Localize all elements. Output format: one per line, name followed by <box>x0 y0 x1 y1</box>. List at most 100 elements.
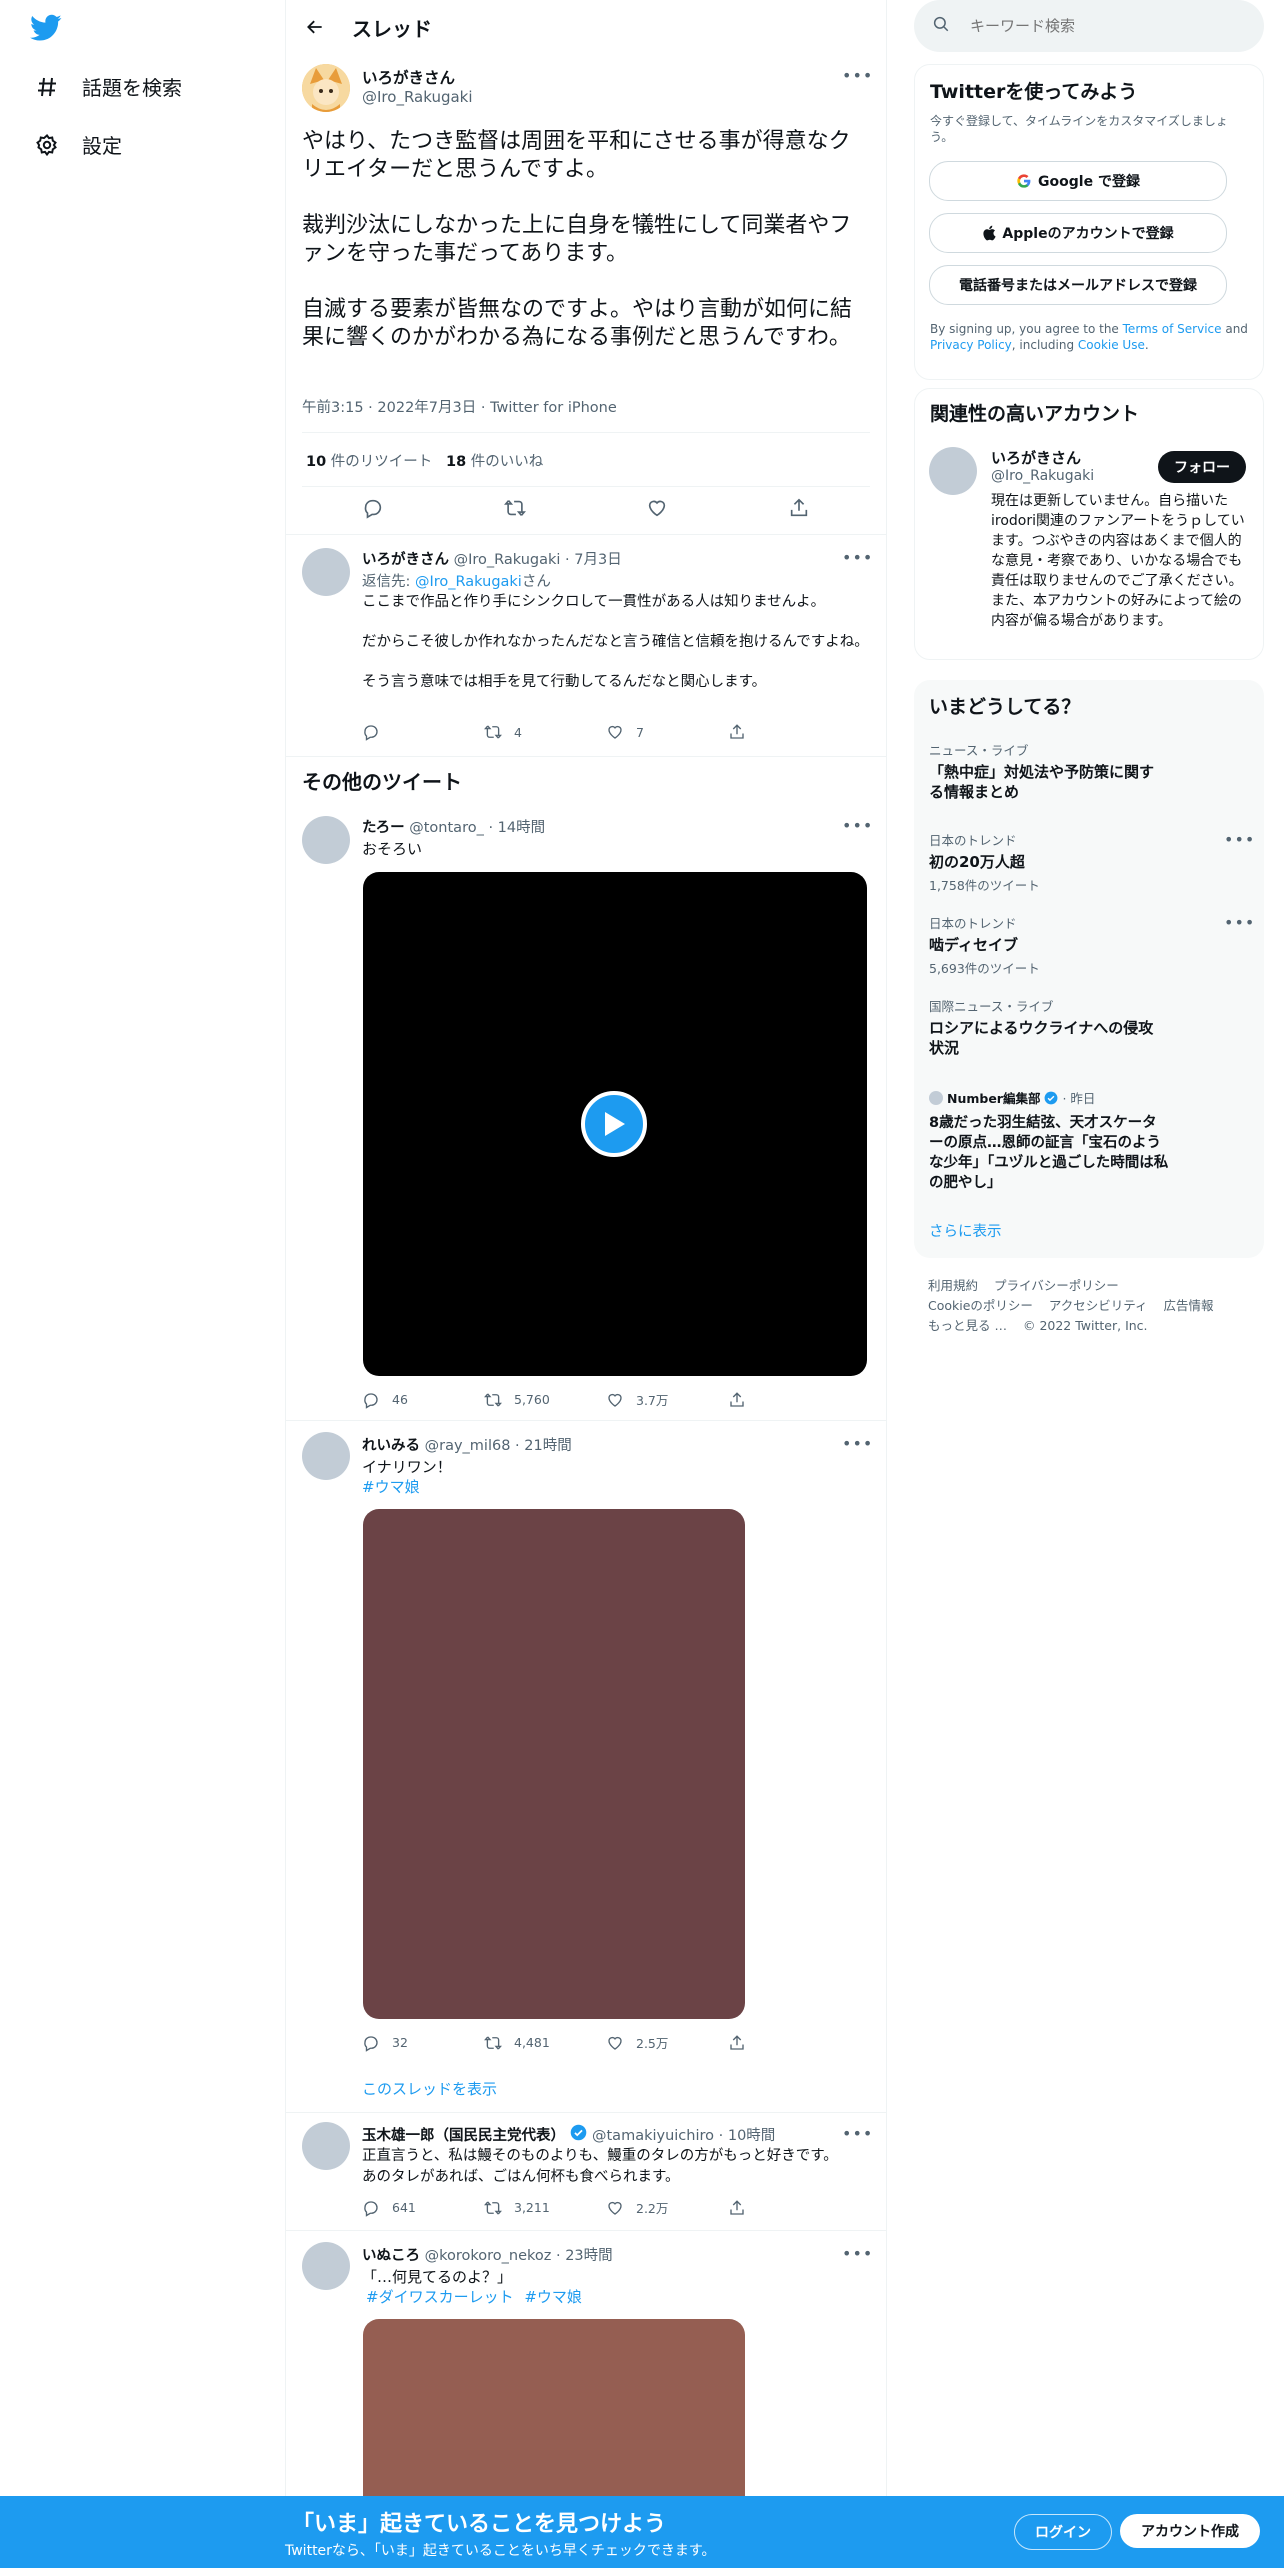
avatar[interactable] <box>302 2122 350 2170</box>
footer-link[interactable]: 広告情報 <box>1164 1298 1214 1313</box>
hashtag-link[interactable]: #ダイワスカーレット <box>366 2288 514 2306</box>
author-handle[interactable]: @Iro_Rakugaki <box>362 88 473 106</box>
reply-action[interactable] <box>362 723 484 741</box>
more-icon[interactable]: ••• <box>842 66 872 85</box>
signup-button[interactable]: アカウント作成 <box>1120 2514 1260 2548</box>
author-name[interactable]: たろー <box>362 820 405 836</box>
page-title: スレッド <box>352 16 432 41</box>
trend-item[interactable]: Number編集部 · 昨日 8歳だった羽生結弦、天才スケーターの原点…恩師の証… <box>929 1088 1169 1193</box>
share-action[interactable] <box>728 723 850 741</box>
retweet-action[interactable]: 4 <box>484 723 606 741</box>
more-icon[interactable]: ••• <box>842 2124 872 2143</box>
avatar[interactable] <box>302 816 350 864</box>
tweet-timestamp[interactable]: 午前3:15 · 2022年7月3日 · Twitter for iPhone <box>302 396 617 417</box>
tweet-line: ここまで作品と作り手にシンクロして一貫性がある人は知りませんよ。 <box>362 594 826 610</box>
apple-signup-button[interactable]: Appleのアカウントで登録 <box>929 213 1227 253</box>
like-icon <box>608 2201 622 2215</box>
reply-icon[interactable] <box>362 497 384 523</box>
reply-icon <box>364 2035 378 2052</box>
cookie-link[interactable]: Cookie Use <box>1078 338 1145 352</box>
back-arrow-icon[interactable] <box>300 12 330 42</box>
like-stats[interactable]: 18 件のいいね <box>446 450 543 471</box>
trend-item[interactable]: 国際ニュース・ライブ ロシアによるウクライナへの侵攻状況 <box>929 996 1159 1058</box>
search-box[interactable] <box>914 0 1264 52</box>
author-name[interactable]: れいみる <box>362 1438 420 1454</box>
retweet-action[interactable]: 3,211 <box>484 2199 606 2217</box>
author-meta[interactable]: @tamakiyuichiro · 10時間 <box>592 2124 775 2145</box>
retweet-stats[interactable]: 10 件のリツイート <box>306 450 432 471</box>
more-icon[interactable]: ••• <box>1224 830 1254 849</box>
account-handle[interactable]: @Iro_Rakugaki <box>991 468 1094 484</box>
apple-icon <box>982 225 996 241</box>
reply-action[interactable]: 32 <box>362 2034 484 2052</box>
login-button[interactable]: ログイン <box>1014 2514 1112 2550</box>
video-player[interactable] <box>363 872 867 1376</box>
terms-mid: , including <box>1011 338 1078 352</box>
avatar[interactable] <box>302 64 350 112</box>
avatar[interactable] <box>302 1432 350 1480</box>
footer-links: 利用規約 プライバシーポリシー Cookieのポリシー アクセシビリティ 広告情… <box>928 1276 1258 1336</box>
author-meta[interactable]: @Iro_Rakugaki · 7月3日 <box>454 552 622 568</box>
more-icon[interactable]: ••• <box>842 816 872 835</box>
tweet-actions <box>302 492 870 528</box>
retweet-action[interactable]: 4,481 <box>484 2034 606 2052</box>
play-icon[interactable] <box>581 1091 647 1157</box>
related-accounts-panel: 関連性の高いアカウント いろがきさん @Iro_Rakugaki フォロー 現在… <box>914 388 1264 660</box>
trend-item[interactable]: 日本のトレンド 啮ディセイブ 5,693件のツイート <box>929 913 1159 977</box>
like-action[interactable]: 3.7万 <box>606 1390 728 1409</box>
footer-link[interactable]: プライバシーポリシー <box>994 1278 1119 1293</box>
more-icon[interactable]: ••• <box>842 2244 872 2263</box>
hashtag-link[interactable]: #ウマ娘 <box>524 2288 582 2306</box>
author-meta[interactable]: @ray_mil68 · 21時間 <box>425 1438 572 1454</box>
hashtag-link[interactable]: #ウマ娘 <box>362 1476 420 1497</box>
account-name[interactable]: いろがきさん <box>991 447 1081 468</box>
show-thread-link[interactable]: このスレッドを表示 <box>362 2078 497 2099</box>
author-meta[interactable]: @korokoro_nekoz · 23時間 <box>425 2248 613 2264</box>
follow-button[interactable]: フォロー <box>1158 451 1246 483</box>
twitter-logo-icon[interactable] <box>30 14 62 46</box>
trend-item[interactable]: 日本のトレンド 初の20万人超 1,758件のツイート <box>929 830 1159 894</box>
share-action[interactable] <box>728 2199 850 2217</box>
reply-to-handle[interactable]: @Iro_Rakugaki <box>415 574 522 590</box>
like-icon[interactable] <box>646 497 668 523</box>
tweet-image[interactable] <box>363 1509 745 2019</box>
like-action[interactable]: 7 <box>606 723 728 741</box>
avatar[interactable] <box>302 548 350 596</box>
reply-action[interactable]: 46 <box>362 1391 484 1409</box>
share-icon <box>730 2034 744 2050</box>
more-icon[interactable]: ••• <box>1224 913 1254 932</box>
nav-item-settings[interactable]: 設定 <box>34 130 122 159</box>
tweet-image[interactable] <box>363 2319 745 2499</box>
more-icon[interactable]: ••• <box>842 1434 872 1453</box>
tweet-header: たろー @tontaro_ · 14時間 <box>362 816 545 837</box>
retweet-action[interactable]: 5,760 <box>484 1391 606 1409</box>
phone-email-signup-button[interactable]: 電話番号またはメールアドレスで登録 <box>929 265 1227 305</box>
footer-more-link[interactable]: もっと見る … <box>928 1318 1007 1333</box>
retweet-icon[interactable] <box>504 497 526 523</box>
nav-item-explore[interactable]: 話題を検索 <box>34 72 182 101</box>
footer-link[interactable]: Cookieのポリシー <box>928 1298 1033 1313</box>
author-name[interactable]: いろがきさん <box>362 552 449 568</box>
privacy-link[interactable]: Privacy Policy <box>930 338 1012 352</box>
author-meta[interactable]: @tontaro_ · 14時間 <box>409 820 545 836</box>
like-count: 7 <box>636 724 644 740</box>
google-signup-button[interactable]: Google で登録 <box>929 161 1227 201</box>
search-input[interactable] <box>968 16 1232 36</box>
reply-action[interactable]: 641 <box>362 2199 484 2217</box>
author-name[interactable]: 玉木雄一郎（国民民主党代表） <box>362 2124 565 2145</box>
trend-item[interactable]: ニュース・ライブ 「熱中症」対処法や予防策に関する情報まとめ <box>929 740 1159 802</box>
footer-link[interactable]: アクセシビリティ <box>1049 1298 1148 1313</box>
share-icon[interactable] <box>788 497 810 523</box>
author-name[interactable]: いぬころ <box>362 2248 420 2264</box>
terms-link[interactable]: Terms of Service <box>1123 322 1222 336</box>
avatar[interactable] <box>929 447 977 495</box>
like-action[interactable]: 2.5万 <box>606 2033 728 2052</box>
show-more-link[interactable]: さらに表示 <box>929 1220 1002 1241</box>
avatar[interactable] <box>302 2242 350 2290</box>
share-action[interactable] <box>728 2034 850 2052</box>
share-action[interactable] <box>728 1391 850 1409</box>
like-action[interactable]: 2.2万 <box>606 2198 728 2217</box>
more-icon[interactable]: ••• <box>842 548 872 567</box>
footer-link[interactable]: 利用規約 <box>928 1278 978 1293</box>
author-name[interactable]: いろがきさん <box>362 66 455 88</box>
